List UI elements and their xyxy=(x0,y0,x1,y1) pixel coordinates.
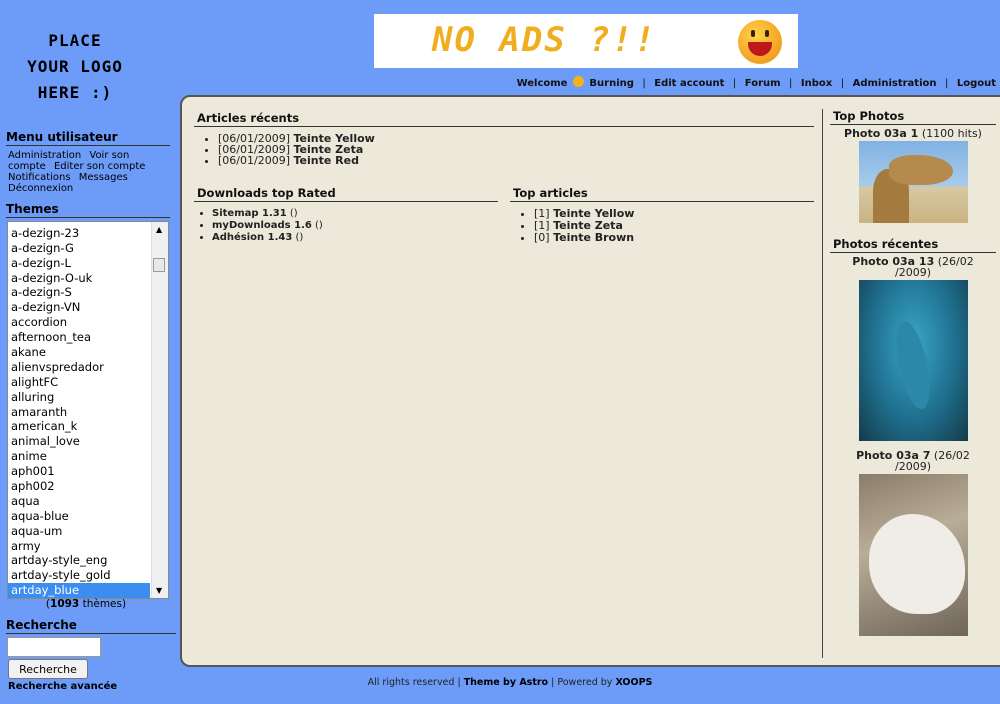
download-item: Sitemap 1.31 () xyxy=(212,208,498,220)
theme-option[interactable]: alienvspredador xyxy=(8,360,150,375)
edit-account-link[interactable]: Edit account xyxy=(654,78,724,89)
welcome-text: Welcome xyxy=(516,78,568,89)
theme-count: (1093 thèmes) xyxy=(45,598,127,610)
smiley-icon xyxy=(572,76,584,87)
theme-option[interactable]: a-dezign-S xyxy=(8,285,150,300)
user-menu: Administration Voir son compte Editer so… xyxy=(0,146,172,194)
theme-option[interactable]: aph001 xyxy=(8,464,150,479)
recent-photos-title: Photos récentes xyxy=(830,237,996,253)
theme-option[interactable]: alightFC xyxy=(8,375,150,390)
logo-line: HERE :) xyxy=(37,83,113,102)
scroll-up-icon[interactable]: ▲ xyxy=(156,225,162,234)
theme-option[interactable]: a-dezign-L xyxy=(8,256,150,271)
theme-option[interactable]: afternoon_tea xyxy=(8,330,150,345)
theme-list-scrollbar[interactable]: ▲ ▼ xyxy=(151,222,168,598)
theme-option[interactable]: aqua-blue xyxy=(8,509,150,524)
camel-photo[interactable] xyxy=(858,141,968,223)
theme-option[interactable]: a-dezign-O-uk xyxy=(8,271,150,286)
footer-rights: All rights reserved xyxy=(367,677,455,688)
article-link[interactable]: Teinte Red xyxy=(293,154,358,167)
administration-link[interactable]: Administration xyxy=(853,78,937,89)
scroll-down-icon[interactable]: ▼ xyxy=(156,586,162,595)
theme-options: a-dezign-23 a-dezign-G a-dezign-L a-dezign-… xyxy=(8,222,150,598)
recent-articles-title: Articles récents xyxy=(194,111,814,127)
footer: All rights reserved | Theme by Astro | P… xyxy=(367,677,653,688)
downloads-title: Downloads top Rated xyxy=(194,186,498,202)
menu-item-messages[interactable]: Messages xyxy=(79,172,128,183)
menu-item-notifications[interactable]: Notifications xyxy=(8,172,71,183)
theme-option[interactable]: artday-style_gold xyxy=(8,568,150,583)
ad-text: NO ADS ?!! xyxy=(432,20,657,60)
theme-option[interactable]: anime xyxy=(8,449,150,464)
recent-photo-caption: Photo 03a 13 (26/02/2009) xyxy=(852,255,974,279)
photo-link[interactable]: Photo 03a 1 xyxy=(844,127,918,140)
theme-option[interactable]: alluring xyxy=(8,390,150,405)
user-menu-title: Menu utilisateur xyxy=(6,130,170,146)
theme-option[interactable]: aqua-um xyxy=(8,524,150,539)
theme-option[interactable]: army xyxy=(8,539,150,554)
download-item: myDownloads 1.6 () xyxy=(212,220,498,232)
footer-powered: Powered by xyxy=(557,677,613,688)
top-articles-block: Top articles [1] Teinte Yellow [1] Teint… xyxy=(510,186,814,244)
themes-title: Themes xyxy=(6,202,170,218)
menu-item-administration[interactable]: Administration xyxy=(8,150,81,161)
footer-xoops-link[interactable]: XOOPS xyxy=(615,677,652,688)
top-articles-title: Top articles xyxy=(510,186,814,202)
top-navigation: Welcome Burning | Edit account | Forum |… xyxy=(516,76,996,89)
theme-option[interactable]: artday-style_eng xyxy=(8,553,150,568)
forum-link[interactable]: Forum xyxy=(745,78,781,89)
search-title: Recherche xyxy=(6,618,176,634)
theme-option[interactable]: a-dezign-23 xyxy=(8,226,150,241)
recent-articles-block: Articles récents [06/01/2009] Teinte Yel… xyxy=(194,111,814,166)
article-item: [06/01/2009] Teinte Red xyxy=(218,155,814,166)
logo-line: YOUR LOGO xyxy=(27,57,123,76)
theme-option[interactable]: amaranth xyxy=(8,405,150,420)
logout-link[interactable]: Logout xyxy=(957,78,996,89)
top-article-link[interactable]: Teinte Brown xyxy=(553,231,634,244)
theme-select-list[interactable]: a-dezign-23 a-dezign-G a-dezign-L a-dezign-… xyxy=(7,221,169,599)
dolphin-photo[interactable] xyxy=(858,280,968,441)
photos-column: Top Photos Photo 03a 1 (1100 hits) Photo… xyxy=(830,109,996,636)
polar-bear-photo[interactable] xyxy=(858,474,968,636)
column-divider xyxy=(822,109,823,658)
search-button[interactable]: Recherche xyxy=(8,659,88,679)
main-content: Articles récents [06/01/2009] Teinte Yel… xyxy=(180,95,1000,667)
advanced-search-link[interactable]: Recherche avancée xyxy=(8,681,117,692)
ad-banner[interactable]: NO ADS ?!! xyxy=(374,14,798,68)
theme-option[interactable]: animal_love xyxy=(8,434,150,449)
download-link[interactable]: myDownloads 1.6 xyxy=(212,220,312,231)
theme-option[interactable]: american_k xyxy=(8,419,150,434)
inbox-link[interactable]: Inbox xyxy=(801,78,832,89)
theme-option[interactable]: a-dezign-G xyxy=(8,241,150,256)
top-photos-title: Top Photos xyxy=(830,109,996,125)
theme-option[interactable]: aqua xyxy=(8,494,150,509)
site-logo[interactable]: PLACE YOUR LOGO HERE :) xyxy=(20,28,130,106)
top-article-item: [0] Teinte Brown xyxy=(534,232,814,244)
footer-theme-link[interactable]: Theme by Astro xyxy=(464,677,548,688)
download-item: Adhésion 1.43 () xyxy=(212,232,498,244)
downloads-top-rated-block: Downloads top Rated Sitemap 1.31 () myDo… xyxy=(194,186,498,244)
search-input[interactable] xyxy=(7,637,101,657)
logo-line: PLACE xyxy=(48,31,102,50)
screaming-smiley-icon xyxy=(738,20,782,64)
menu-item-edit-account[interactable]: Editer son compte xyxy=(54,161,145,172)
theme-option[interactable]: artday_blue xyxy=(8,583,150,598)
theme-option[interactable]: akane xyxy=(8,345,150,360)
theme-option[interactable]: a-dezign-VN xyxy=(8,300,150,315)
theme-option[interactable]: aph002 xyxy=(8,479,150,494)
download-link[interactable]: Adhésion 1.43 xyxy=(212,232,292,243)
username-link[interactable]: Burning xyxy=(589,78,634,89)
recent-photo-caption: Photo 03a 7 (26/02/2009) xyxy=(856,449,970,473)
scrollbar-thumb[interactable] xyxy=(153,258,165,272)
download-link[interactable]: Sitemap 1.31 xyxy=(212,208,287,219)
menu-item-logout[interactable]: Déconnexion xyxy=(8,183,73,194)
theme-option[interactable]: accordion xyxy=(8,315,150,330)
top-photo-caption: Photo 03a 1 (1100 hits) xyxy=(844,127,982,140)
sidebar: Menu utilisateur Administration Voir son… xyxy=(0,130,176,692)
